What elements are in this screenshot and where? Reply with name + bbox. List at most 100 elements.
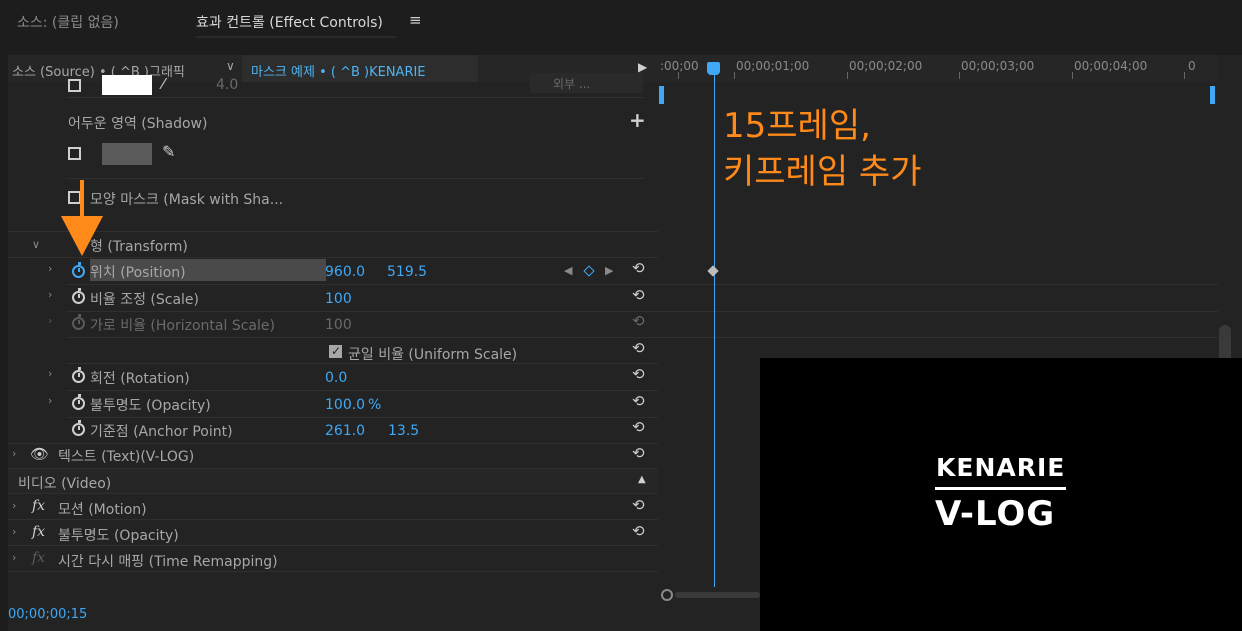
divider xyxy=(66,311,658,312)
ruler-label: 00;00;04;00 xyxy=(1074,59,1148,73)
reset-icon[interactable]: ⟲ xyxy=(632,496,650,514)
divider xyxy=(66,390,658,391)
fx-icon: fx xyxy=(32,550,46,566)
chevron-down-icon[interactable]: ∨ xyxy=(32,238,40,251)
shadow-color-swatch[interactable] xyxy=(102,143,152,165)
anchor-point-label: 기준점 (Anchor Point) xyxy=(90,424,233,440)
divider xyxy=(8,493,658,494)
reset-icon[interactable]: ⟲ xyxy=(632,392,650,410)
position-x-value[interactable]: 960.0 xyxy=(325,264,365,280)
motion-label: 모션 (Motion) xyxy=(58,502,147,518)
ruler-more: 0 xyxy=(1188,59,1196,73)
tab-effect-controls[interactable]: 효과 컨트롤 (Effect Controls) xyxy=(196,12,383,32)
checkbox[interactable] xyxy=(68,79,81,92)
chevron-right-icon[interactable]: › xyxy=(12,525,16,538)
divider xyxy=(66,363,658,364)
partial-value: 4.0 xyxy=(216,77,239,93)
video-opacity-label: 불투명도 (Opacity) xyxy=(58,528,179,544)
chevron-right-icon[interactable]: › xyxy=(48,367,52,380)
reset-icon: ⟲ xyxy=(632,312,645,330)
reset-icon[interactable]: ⟲ xyxy=(632,339,650,357)
anchor-y-value[interactable]: 13.5 xyxy=(388,423,419,439)
horizontal-scrollbar[interactable] xyxy=(675,592,760,598)
opacity-label: 불투명도 (Opacity) xyxy=(90,398,211,414)
horizontal-scale-value: 100 xyxy=(325,317,352,333)
stopwatch-icon[interactable] xyxy=(72,394,85,410)
divider xyxy=(8,571,658,572)
playhead-handle[interactable] xyxy=(707,62,720,75)
chevron-right-icon[interactable]: › xyxy=(12,499,16,512)
divider xyxy=(8,545,658,546)
reset-icon[interactable]: ⟲ xyxy=(632,286,650,304)
stopwatch-icon[interactable] xyxy=(72,262,85,278)
rotation-value[interactable]: 0.0 xyxy=(325,370,347,386)
timeline-divider xyxy=(658,311,1218,312)
active-tab-underline xyxy=(196,36,396,38)
video-preview: KENARIE V-LOG xyxy=(760,358,1242,631)
source-clip-label[interactable]: 소스 (Source) • ( ^B )그래픽 xyxy=(12,61,185,80)
shadow-checkbox[interactable] xyxy=(68,147,81,160)
ruler-tick xyxy=(1184,72,1185,79)
chevron-right-icon[interactable]: › xyxy=(48,394,52,407)
reset-icon[interactable]: ⟲ xyxy=(632,365,650,383)
zoom-handle[interactable] xyxy=(661,589,673,601)
reset-icon[interactable]: ⟲ xyxy=(632,444,650,462)
add-icon[interactable]: + xyxy=(629,108,646,132)
divider xyxy=(66,97,644,98)
opacity-value[interactable]: 100.0 xyxy=(325,397,365,413)
tab-source[interactable]: 소스: (클립 없음) xyxy=(17,12,119,32)
play-icon[interactable]: ▶ xyxy=(638,60,647,74)
next-keyframe-icon[interactable]: ▶ xyxy=(605,264,613,277)
preview-title-rule xyxy=(935,487,1066,490)
out-point-marker[interactable] xyxy=(1210,86,1215,104)
uniform-scale-checkbox[interactable] xyxy=(329,344,342,358)
sequence-clip-label[interactable]: 마스크 예제 • ( ^B )KENARIE xyxy=(251,61,426,80)
anchor-x-value[interactable]: 261.0 xyxy=(325,423,365,439)
ruler-tick xyxy=(1072,72,1073,79)
chevron-right-icon[interactable]: › xyxy=(12,447,16,460)
mask-label: 모양 마스크 (Mask with Sha... xyxy=(90,192,284,208)
chevron-right-icon[interactable]: › xyxy=(48,262,52,275)
rotation-label: 회전 (Rotation) xyxy=(90,371,190,387)
ruler-tick xyxy=(847,72,848,79)
eyedropper-icon[interactable]: ⁄ xyxy=(162,75,165,93)
preview-title-line2: V-LOG xyxy=(935,494,1056,534)
prev-keyframe-icon[interactable]: ◀ xyxy=(564,264,572,277)
panel-menu-icon[interactable]: ≡ xyxy=(409,11,422,29)
ruler-label: 00;00;02;00 xyxy=(849,59,923,73)
position-y-value[interactable]: 519.5 xyxy=(387,264,427,280)
fx-icon[interactable]: fx xyxy=(32,524,45,540)
ruler-tick xyxy=(734,72,735,79)
divider xyxy=(66,284,658,285)
eye-icon[interactable]: 👁 xyxy=(30,445,49,463)
stopwatch-icon[interactable] xyxy=(72,367,85,383)
fx-icon[interactable]: fx xyxy=(32,498,45,514)
chevron-right-icon[interactable]: › xyxy=(48,288,52,301)
chevron-right-icon: › xyxy=(48,314,53,327)
chevron-right-icon[interactable]: › xyxy=(12,551,16,564)
divider xyxy=(66,178,644,179)
ruler-tick xyxy=(678,72,679,79)
playhead-line[interactable] xyxy=(714,66,715,587)
scale-value[interactable]: 100 xyxy=(325,291,352,307)
dropdown-value: 외부 ... xyxy=(553,77,591,91)
add-keyframe-icon[interactable] xyxy=(583,265,595,277)
timeline-divider xyxy=(658,284,1218,285)
color-swatch-white[interactable] xyxy=(102,75,152,95)
stopwatch-icon[interactable] xyxy=(72,420,85,436)
ruler-label: 00;00;01;00 xyxy=(736,59,810,73)
current-timecode[interactable]: 00;00;00;15 xyxy=(8,607,87,622)
time-ruler[interactable]: :00;00 00;00;01;00 00;00;02;00 00;00;03;… xyxy=(658,55,1218,82)
reset-icon[interactable]: ⟲ xyxy=(632,418,650,436)
text-layer-label: 텍스트 (Text)(V-LOG) xyxy=(58,449,195,465)
reset-icon[interactable]: ⟲ xyxy=(632,522,650,540)
video-label: 비디오 (Video) xyxy=(18,476,112,492)
transform-label: 형 (Transform) xyxy=(90,239,188,255)
eyedropper-icon[interactable]: ✎ xyxy=(162,142,175,161)
collapse-up-icon[interactable]: ▲ xyxy=(638,474,646,485)
ruler-label: 00;00;03;00 xyxy=(961,59,1035,73)
chevron-down-icon[interactable]: ∨ xyxy=(226,59,235,73)
stopwatch-icon[interactable] xyxy=(72,288,85,304)
reset-icon[interactable]: ⟲ xyxy=(632,259,650,277)
in-point-marker[interactable] xyxy=(659,86,664,104)
